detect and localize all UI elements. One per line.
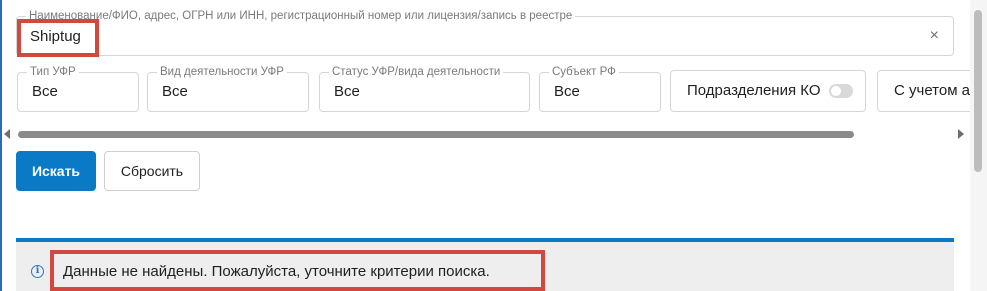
- scroll-left-arrow[interactable]: [4, 129, 10, 139]
- clear-icon[interactable]: ×: [930, 28, 939, 44]
- subdivisions-toggle-box[interactable]: Подразделения КО: [670, 70, 866, 112]
- filter-value: Все: [334, 83, 360, 100]
- info-icon: i: [31, 265, 44, 278]
- filter-label: Тип УФР: [27, 65, 79, 79]
- filter-activity-type[interactable]: Вид деятельности УФР Все: [147, 65, 309, 112]
- search-button[interactable]: Искать: [16, 151, 96, 191]
- filter-value: Все: [162, 83, 188, 100]
- left-border: [0, 0, 2, 291]
- filter-region[interactable]: Субъект РФ Все: [539, 65, 661, 112]
- reset-button[interactable]: Сбросить: [104, 151, 200, 191]
- search-input-value[interactable]: Shiptug: [30, 28, 81, 45]
- scroll-right-arrow[interactable]: [958, 129, 964, 139]
- no-data-alert: i Данные не найдены. Пожалуйста, уточнит…: [16, 238, 954, 291]
- subdivisions-toggle-label: Подразделения КО: [687, 82, 821, 99]
- toggle-knob: [831, 86, 841, 96]
- filter-value: Все: [32, 83, 58, 100]
- search-field-label: Наименование/ФИО, адрес, ОГРН или ИНН, р…: [26, 9, 576, 23]
- filter-label: Статус УФР/вида деятельности: [329, 65, 504, 79]
- alert-text: Данные не найдены. Пожалуйста, уточните …: [63, 263, 490, 280]
- subdivisions-toggle[interactable]: [829, 84, 853, 98]
- vertical-scrollbar-thumb[interactable]: [974, 10, 982, 172]
- filter-value: Все: [554, 83, 580, 100]
- filter-status[interactable]: Статус УФР/вида деятельности Все: [319, 65, 530, 112]
- filter-type-ufr[interactable]: Тип УФР Все: [17, 65, 139, 112]
- search-field[interactable]: Наименование/ФИО, адрес, ОГРН или ИНН, р…: [16, 9, 954, 56]
- address-option-label: С учетом ад: [894, 82, 979, 99]
- horizontal-scrollbar-thumb[interactable]: [18, 131, 854, 138]
- filter-label: Субъект РФ: [549, 65, 619, 79]
- filter-label: Вид деятельности УФР: [157, 65, 287, 79]
